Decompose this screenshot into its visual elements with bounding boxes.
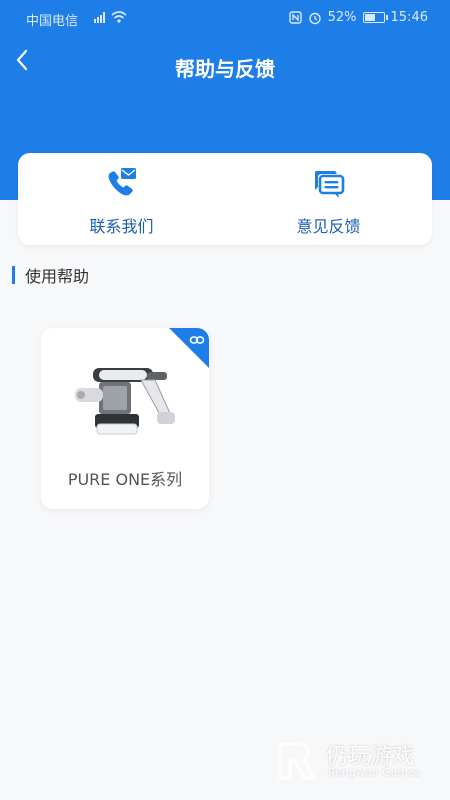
contact-us-label: 联系我们 [89,217,154,236]
battery-percent: 52% [327,10,357,25]
chat-feedback-icon [314,171,344,198]
status-right: 52% 15:46 [288,10,428,25]
section-header: 使用帮助 [12,265,90,286]
watermark-logo-icon [278,742,317,780]
nfc-icon [288,11,302,24]
vacuum-product-image [75,368,175,435]
product-card[interactable]: PURE ONE系列 [41,328,209,509]
battery-icon [362,12,388,23]
watermark-en: Rengwan Games [328,766,421,779]
product-name: PURE ONE系列 [67,470,183,489]
phone-mail-icon [108,168,136,196]
watermark: 仍玩游戏 Rengwan Games [274,738,434,784]
page-title: 帮助与反馈 [175,57,275,81]
action-card: 联系我们 意见反馈 [18,153,432,245]
alarm-icon [308,12,321,24]
feedback-button[interactable]: 意见反馈 [225,153,432,245]
status-time: 15:46 [390,10,428,25]
signal-wifi-icon [94,11,127,23]
carrier-name: 中国电信 [26,14,79,29]
feedback-label: 意见反馈 [296,217,361,236]
contact-us-button[interactable]: 联系我们 [18,153,225,245]
link-icon [189,336,205,344]
section-title: 使用帮助 [25,267,90,286]
section-accent-bar [12,266,15,284]
status-bar: 中国电信 52% 15:46 [0,0,450,36]
